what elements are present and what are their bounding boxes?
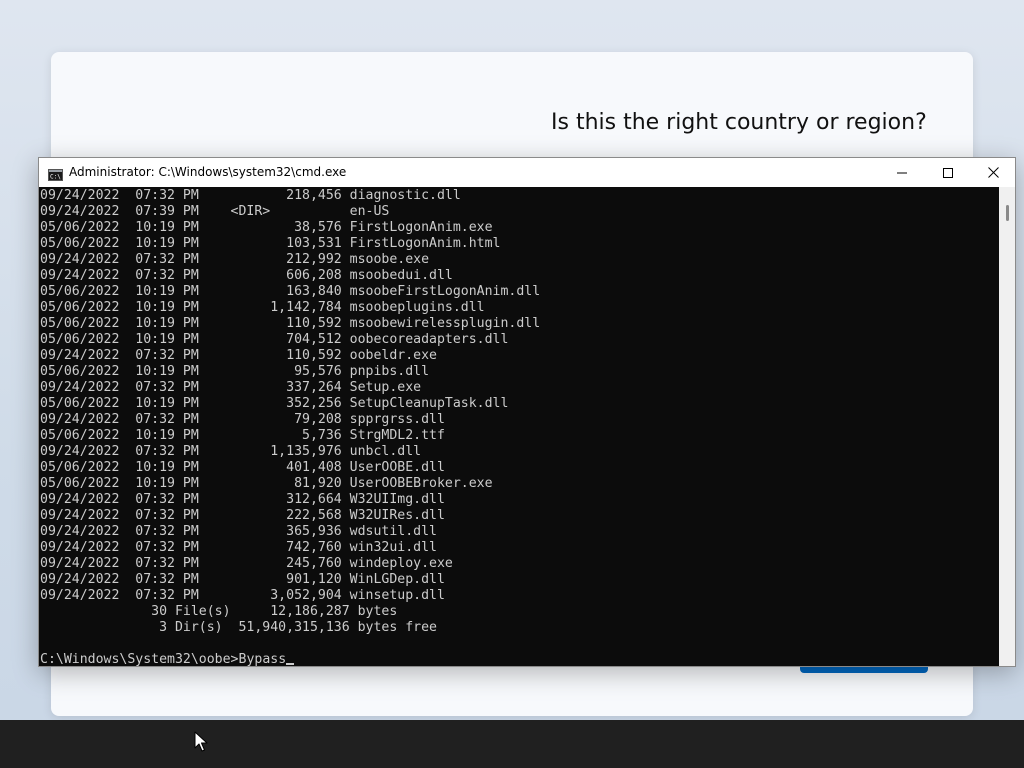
console-line: 05/06/2022 10:19 PM 110,592 msoobewirele… — [40, 316, 541, 331]
console-line: 09/24/2022 07:32 PM 337,264 Setup.exe — [40, 380, 422, 395]
console-line: 09/24/2022 07:32 PM 110,592 oobeldr.exe — [40, 348, 437, 363]
console-line: 30 File(s) 12,186,287 bytes — [40, 604, 398, 619]
cmd-icon: C:\ — [48, 166, 63, 181]
console-line: 09/24/2022 07:32 PM 365,936 wdsutil.dll — [40, 524, 437, 539]
console-line: 09/24/2022 07:32 PM 245,760 windeploy.ex… — [40, 556, 453, 571]
mouse-pointer-icon — [194, 731, 208, 753]
cmd-window-title: Administrator: C:\Windows\system32\cmd.e… — [69, 165, 347, 179]
scrollbar-thumb[interactable] — [1006, 205, 1009, 221]
console-line: 09/24/2022 07:32 PM 218,456 diagnostic.d… — [40, 188, 461, 203]
command-prompt[interactable]: C:\Windows\System32\oobe>Bypass — [40, 652, 295, 666]
taskbar — [0, 720, 1024, 768]
console-line: 05/06/2022 10:19 PM 5,736 StrgMDL2.ttf — [40, 428, 445, 443]
console-line: 09/24/2022 07:32 PM 1,135,976 unbcl.dll — [40, 444, 422, 459]
minimize-button[interactable] — [879, 158, 925, 187]
minimize-icon — [897, 168, 907, 178]
cmd-window[interactable]: C:\ Administrator: C:\Windows\system32\c… — [38, 157, 1016, 667]
console-line: 09/24/2022 07:32 PM 901,120 WinLGDep.dll — [40, 572, 445, 587]
console-line: 05/06/2022 10:19 PM 163,840 msoobeFirstL… — [40, 284, 541, 299]
console-line: 05/06/2022 10:19 PM 38,576 FirstLogonAni… — [40, 220, 493, 235]
console-line: 3 Dir(s) 51,940,315,136 bytes free — [40, 620, 437, 635]
close-icon — [987, 167, 999, 178]
console-line: 09/24/2022 07:32 PM 212,992 msoobe.exe — [40, 252, 430, 267]
console-line: 05/06/2022 10:19 PM 704,512 oobecoreadap… — [40, 332, 509, 347]
console-line: 09/24/2022 07:32 PM 3,052,904 winsetup.d… — [40, 588, 445, 603]
console-line: 05/06/2022 10:19 PM 103,531 FirstLogonAn… — [40, 236, 501, 251]
oobe-page-title: Is this the right country or region? — [551, 110, 927, 135]
maximize-icon — [943, 167, 953, 178]
command-input[interactable]: Bypass — [239, 652, 287, 666]
console-line: 05/06/2022 10:19 PM 401,408 UserOOBE.dll — [40, 460, 445, 475]
console-line: 09/24/2022 07:32 PM 79,208 spprgrss.dll — [40, 412, 445, 427]
console-line: 05/06/2022 10:19 PM 81,920 UserOOBEBroke… — [40, 476, 493, 491]
close-button[interactable] — [970, 158, 1016, 187]
console-lines: 09/24/2022 07:32 PM 218,456 diagnostic.d… — [40, 188, 540, 636]
console-output[interactable]: 09/24/2022 07:32 PM 218,456 diagnostic.d… — [39, 187, 999, 666]
console-line: 09/24/2022 07:32 PM 222,568 W32UIRes.dll — [40, 508, 445, 523]
console-line: 05/06/2022 10:19 PM 352,256 SetupCleanup… — [40, 396, 509, 411]
console-line: 09/24/2022 07:32 PM 606,208 msoobedui.dl… — [40, 268, 453, 283]
svg-text:C:\: C:\ — [50, 174, 61, 181]
prompt-path: C:\Windows\System32\oobe> — [40, 652, 239, 666]
text-caret — [286, 663, 295, 665]
console-line: 09/24/2022 07:32 PM 312,664 W32UIImg.dll — [40, 492, 445, 507]
console-line: 05/06/2022 10:19 PM 1,142,784 msoobeplug… — [40, 300, 485, 315]
maximize-button[interactable] — [925, 158, 971, 187]
console-line: 09/24/2022 07:32 PM 742,760 win32ui.dll — [40, 540, 437, 555]
console-line: 09/24/2022 07:39 PM <DIR> en-US — [40, 204, 390, 219]
cmd-titlebar[interactable]: C:\ Administrator: C:\Windows\system32\c… — [39, 158, 1015, 187]
console-line: 05/06/2022 10:19 PM 95,576 pnpibs.dll — [40, 364, 430, 379]
vertical-scrollbar[interactable] — [999, 187, 1015, 666]
